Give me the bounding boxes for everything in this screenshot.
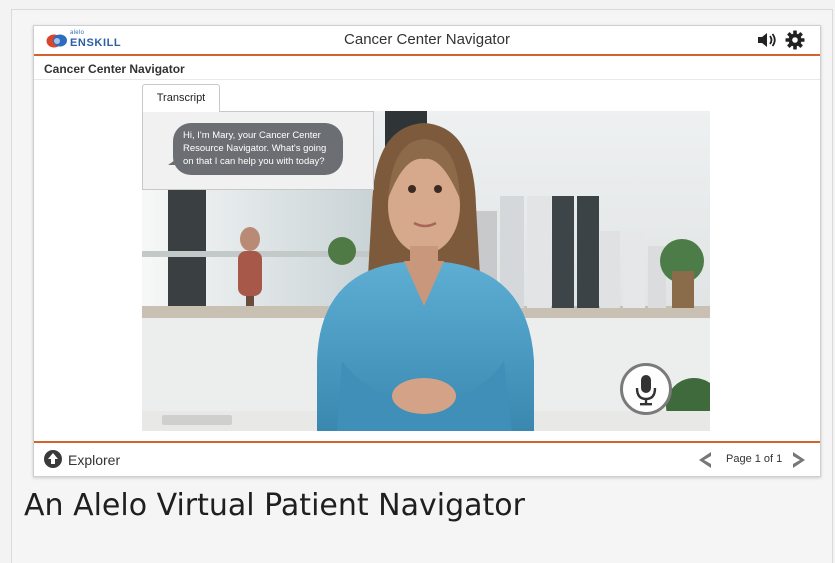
transcript-message: Hi, I'm Mary, your Cancer Center Resourc… — [173, 123, 343, 175]
chevron-left-icon[interactable] — [698, 451, 712, 469]
gear-icon[interactable] — [785, 30, 805, 50]
microphone-icon — [635, 375, 657, 406]
chevron-right-icon[interactable] — [792, 451, 806, 469]
window-title: Cancer Center Navigator — [344, 31, 510, 48]
microphone-button[interactable] — [620, 363, 672, 415]
figure-caption: An Alelo Virtual Patient Navigator — [24, 488, 525, 523]
explorer-label: Explorer — [68, 452, 121, 468]
footer-bar: Explorer Page 1 of 1 — [34, 443, 820, 476]
section-header: Cancer Center Navigator — [34, 57, 820, 80]
page-indicator: Page 1 of 1 — [726, 453, 783, 465]
top-bar: alelo ENSKILL Cancer Center Navigator — [34, 26, 820, 54]
transcript-panel: Hi, I'm Mary, your Cancer Center Resourc… — [142, 111, 374, 190]
section-title: Cancer Center Navigator — [44, 62, 185, 76]
speaker-icon[interactable] — [757, 32, 777, 48]
header-divider — [34, 54, 820, 56]
arrow-up-circle-icon — [44, 450, 62, 468]
app-window: alelo ENSKILL Cancer Center Navigator Ca… — [33, 25, 821, 477]
tab-transcript[interactable]: Transcript — [142, 84, 220, 112]
